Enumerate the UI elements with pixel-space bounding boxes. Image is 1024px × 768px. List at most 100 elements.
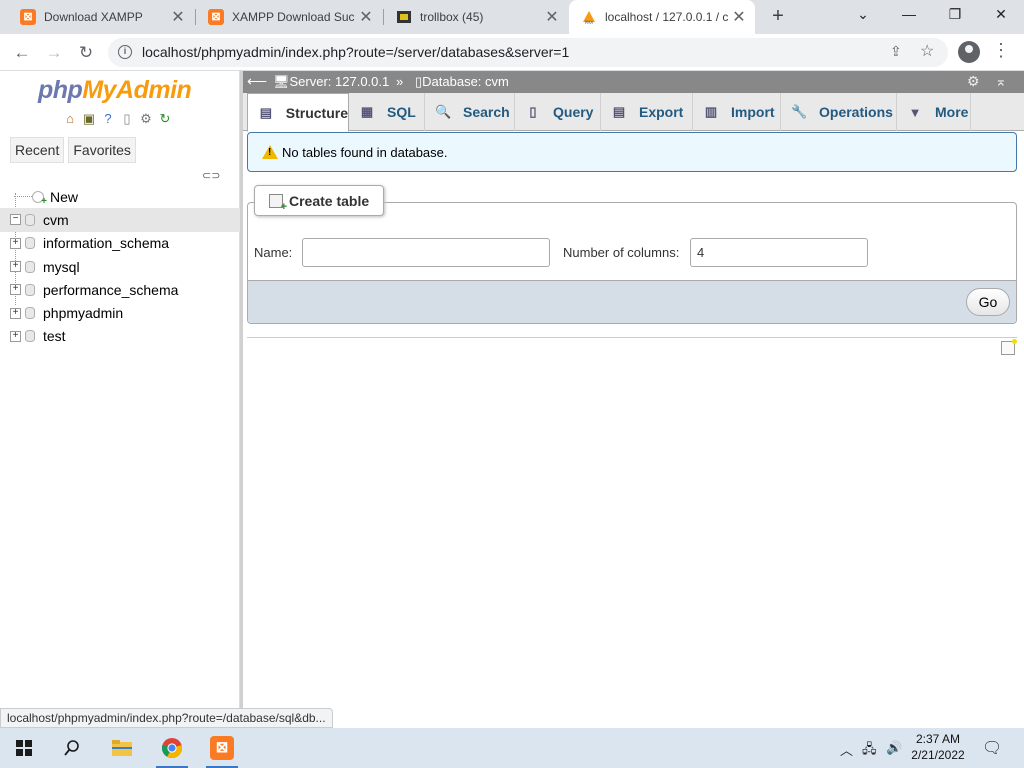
tree-item-new[interactable]: New [0,185,240,208]
browser-tab-title: XAMPP Download Suc [232,10,355,24]
link-with-main-panel-icon[interactable]: ⊂⊃ [202,169,220,182]
tree-item-label[interactable]: information_schema [43,235,169,251]
recent-tab[interactable]: Recent [10,137,65,163]
expand-icon[interactable]: + [10,307,21,319]
logout-icon[interactable]: ▣ [81,111,97,127]
database-tab-menu: ▤ Structure ▦ SQL 🔍 Search ▯ Query ▤ Export ▥… [243,93,1024,132]
tab-more[interactable]: ▼ More [897,93,971,131]
share-icon[interactable]: ⇪ [890,43,902,60]
favorites-tab[interactable]: Favorites [68,137,136,163]
expand-icon[interactable]: + [10,237,21,249]
number-of-columns-input[interactable] [690,238,868,267]
tab-structure[interactable]: ▤ Structure [247,93,349,132]
settings-gear-icon[interactable]: ⚙ [138,111,154,127]
back-button[interactable]: ← [8,39,36,67]
close-window-button[interactable]: ✕ [978,0,1024,30]
file-explorer-button[interactable] [98,728,146,768]
notifications-icon[interactable]: 🗨 [982,738,1002,758]
system-clock[interactable]: 2:37 AM 2/21/2022 [906,731,970,763]
database-icon [25,237,35,250]
tab-search-icon[interactable]: ⌄ [840,0,886,30]
tree-item-label[interactable]: performance_schema [43,282,178,298]
browser-tab-trollbox[interactable]: trollbox (45) ✕ [384,0,568,34]
site-info-icon[interactable]: i [118,45,132,59]
tab-export[interactable]: ▤ Export [601,93,693,131]
tree-item-cvm[interactable]: − cvm [0,208,240,232]
tree-item-mysql[interactable]: + mysql [0,255,240,278]
show-hidden-icons-chevron-icon[interactable]: ︿ [840,740,853,759]
tree-item-label[interactable]: cvm [43,212,69,228]
bookmark-star-icon[interactable]: ☆ [920,41,934,61]
address-bar[interactable]: i localhost/phpmyadmin/index.php?route=/… [108,38,948,67]
start-button[interactable] [0,728,48,768]
import-icon: ▥ [704,104,718,119]
network-icon[interactable]: 🖧 [862,740,877,762]
breadcrumb-database[interactable]: ▯Database: cvm [415,74,509,90]
help-icon[interactable]: ? [100,111,116,127]
collapse-navigation-icon[interactable]: ⟵ [247,73,267,90]
query-icon: ▯ [529,104,537,119]
chrome-taskbar-button[interactable] [148,728,196,768]
volume-icon[interactable]: 🔊 [886,740,902,756]
link-status-bubble: localhost/phpmyadmin/index.php?route=/da… [0,708,333,728]
tab-operations[interactable]: 🔧 Operations [781,93,897,131]
reload-button[interactable]: ↻ [72,39,100,67]
close-tab-icon[interactable]: ✕ [542,7,562,27]
go-button[interactable]: Go [966,288,1010,316]
forward-button[interactable]: → [40,39,68,67]
content-divider [247,337,1017,338]
table-name-input[interactable] [302,238,550,267]
tab-import[interactable]: ▥ Import [693,93,781,131]
page-settings-gear-icon[interactable]: ⚙ [967,73,980,90]
expand-icon[interactable]: + [10,261,21,273]
create-table-icon [269,193,287,213]
browser-menu-icon[interactable]: ⋮ [992,40,1010,61]
tab-search[interactable]: 🔍 Search [425,93,515,131]
xampp-taskbar-button[interactable]: ⊠ [198,728,246,768]
search-button[interactable] [48,728,96,768]
tab-sql[interactable]: ▦ SQL [349,93,425,131]
restore-button[interactable]: ❐ [932,0,978,30]
tree-item-phpmyadmin[interactable]: + phpmyadmin [0,301,240,324]
tree-item-label[interactable]: mysql [43,259,80,275]
profile-avatar[interactable] [958,41,980,63]
minimize-button[interactable]: — [886,0,932,30]
tree-item-performance-schema[interactable]: + performance_schema [0,278,240,301]
database-icon [25,307,35,320]
create-table-footer [248,280,1016,323]
tree-item-information-schema[interactable]: + information_schema [0,232,240,255]
tree-item-label[interactable]: New [50,189,78,205]
expand-icon[interactable]: + [10,330,21,342]
console-toggle-icon[interactable] [1001,339,1017,355]
breadcrumb-server[interactable]: 🖥Server: 127.0.0.1 [273,74,389,90]
phpmyadmin-logo[interactable]: phpMyAdmin [38,76,192,105]
browser-tab-phpmyadmin[interactable]: PMA localhost / 127.0.0.1 / c ✕ [569,0,755,34]
collapse-icon[interactable]: − [10,214,21,226]
tree-item-label[interactable]: phpmyadmin [43,305,123,321]
close-tab-icon[interactable]: ✕ [356,7,376,27]
wrench-icon: 🔧 [791,104,808,119]
windows-logo-icon [16,740,32,756]
tree-item-test[interactable]: + test [0,325,240,348]
browser-tab-xampp-download-success[interactable]: ⊠ XAMPP Download Suc ✕ [196,0,382,34]
expand-icon[interactable]: + [10,284,21,296]
tree-item-label[interactable]: test [43,328,66,344]
new-tab-button[interactable]: + [766,5,790,29]
xampp-icon: ⊠ [208,9,224,25]
nav-resize-handle[interactable] [240,71,243,728]
reload-navigation-icon[interactable]: ↻ [157,111,173,127]
svg-text:PMA: PMA [585,20,594,25]
home-icon[interactable]: ⌂ [62,111,78,127]
warning-icon [262,145,278,159]
database-icon [25,213,35,226]
url-text[interactable]: localhost/phpmyadmin/index.php?route=/se… [142,44,569,60]
docs-icon[interactable]: ▯ [119,111,135,127]
breadcrumb-separator: » [396,74,404,89]
browser-tab-download-xampp[interactable]: ⊠ Download XAMPP ✕ [8,0,194,34]
notice-text: No tables found in database. [282,144,448,160]
collapse-top-menu-icon[interactable]: ⌅ [995,73,1007,90]
close-tab-icon[interactable]: ✕ [729,7,749,27]
close-tab-icon[interactable]: ✕ [168,7,188,27]
tab-query[interactable]: ▯ Query [515,93,601,131]
triangle-down-icon: ▼ [908,104,922,120]
